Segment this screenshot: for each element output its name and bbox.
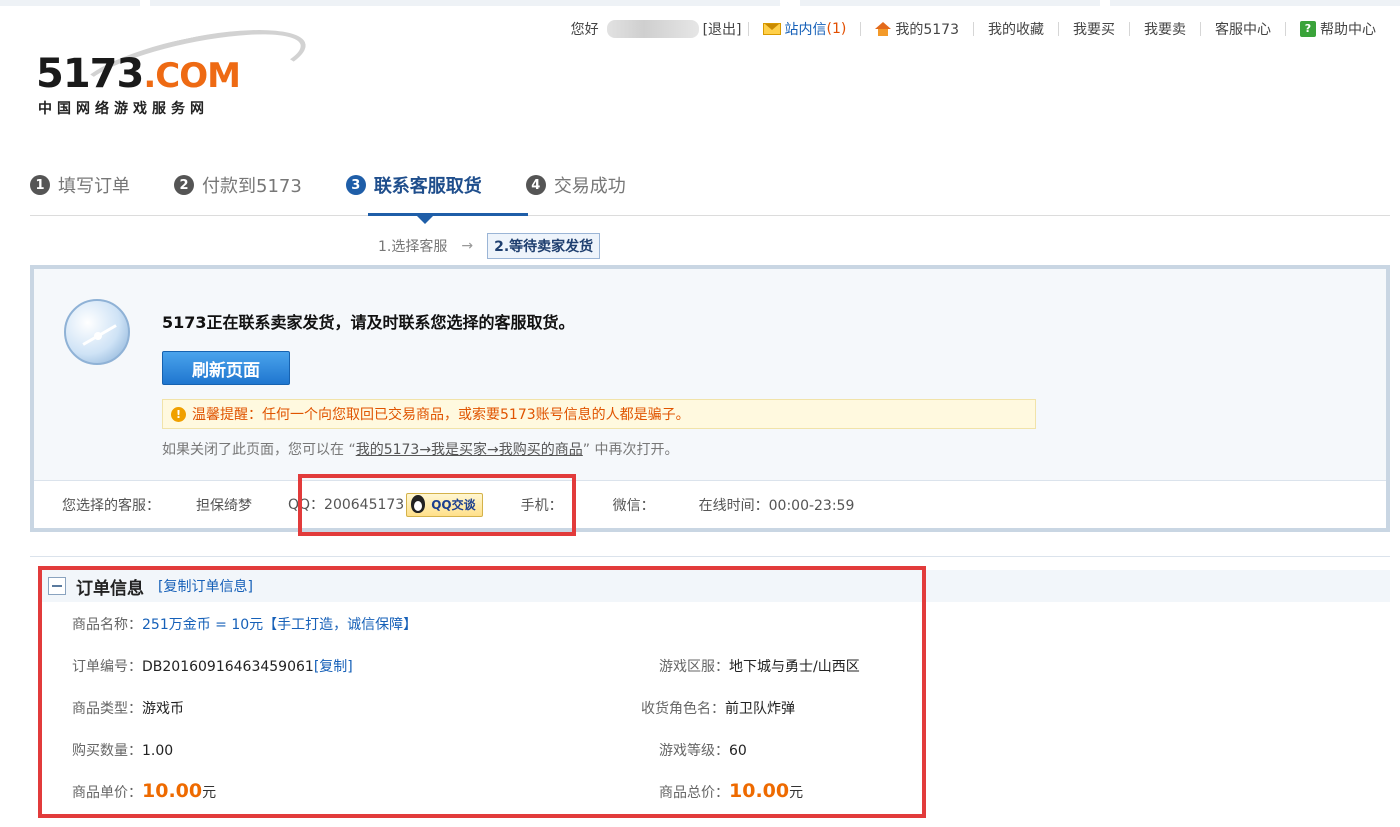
reopen-path-link[interactable]: 我的5173→我是买家→我购买的商品 <box>356 442 583 458</box>
help-center-label: 帮助中心 <box>1320 22 1376 38</box>
help-icon: ? <box>1300 21 1316 37</box>
logo-suffix: .COM <box>143 56 241 96</box>
step-fill-order: 1 填写订单 <box>30 168 130 202</box>
warning-text: 任何一个向您取回已交易商品，或索要5173账号信息的人都是骗子。 <box>262 407 690 423</box>
substep-wait-delivery: 2.等待卖家发货 <box>487 233 601 259</box>
logout-link[interactable]: [退出] <box>703 19 742 39</box>
wechat-label: 微信： <box>612 497 655 514</box>
step-number-icon: 4 <box>525 175 546 195</box>
logo-subtitle: 中国网络游戏服务网 <box>38 101 209 117</box>
step-number-icon: 2 <box>174 175 194 195</box>
active-step-arrow-icon <box>416 215 434 224</box>
favorites-link[interactable]: 我的收藏 <box>974 19 1058 39</box>
warning-label: 温馨提醒： <box>192 407 262 423</box>
online-hours: 在线时间：00:00-23:59 <box>655 495 855 515</box>
status-message: 5173正在联系卖家发货，请及时联系您选择的客服取货。 <box>162 313 575 332</box>
site-logo[interactable]: 5173.COM 中国网络游戏服务网 <box>36 14 312 122</box>
clock-icon <box>64 299 130 365</box>
top-edge-gap <box>140 0 150 6</box>
messages-label: 站内信 <box>784 22 827 38</box>
step-pay: 2 付款到5173 <box>174 168 302 202</box>
step-trade-success: 4 交易成功 <box>525 168 626 202</box>
step-label: 交易成功 <box>553 176 626 197</box>
greeting: 您好 [退出] <box>557 19 748 39</box>
order-progress-steps: 1 填写订单 2 付款到5173 3 联系客服取货 4 交易成功 <box>30 168 670 202</box>
chosen-service-label: 您选择的客服： <box>62 497 160 514</box>
step-label: 填写订单 <box>58 176 130 197</box>
reopen-note: 如果关闭了此页面，您可以在 “我的5173→我是买家→我购买的商品” 中再次打开… <box>162 439 679 459</box>
sub-steps: 1.选择客服 → 2.等待卖家发货 <box>378 233 601 259</box>
reopen-suffix: ” 中再次打开。 <box>582 442 679 458</box>
step-number-icon: 1 <box>30 175 50 195</box>
home-icon <box>875 22 892 36</box>
active-step-underline <box>368 213 528 216</box>
service-name: 担保绮梦 <box>196 497 252 514</box>
step-label: 联系客服取货 <box>373 176 482 197</box>
chosen-service-row: 您选择的客服： 担保绮梦 QQ：200645173 QQ交谈 手机： 微信： 在线… <box>34 480 1386 528</box>
clock-center <box>94 332 102 340</box>
sell-link[interactable]: 我要卖 <box>1130 19 1200 39</box>
qq-highlight-box <box>298 474 576 536</box>
my-5173-label: 我的5173 <box>895 22 959 38</box>
masked-username <box>606 20 699 38</box>
fraud-warning: ! 温馨提醒： 任何一个向您取回已交易商品，或索要5173账号信息的人都是骗子。 <box>162 399 1036 429</box>
order-info-highlight-box <box>38 566 926 818</box>
delivery-status-panel: 5173正在联系卖家发货，请及时联系您选择的客服取货。 刷新页面 ! 温馨提醒：… <box>30 265 1390 532</box>
substep-select-service: 1.选择客服 <box>378 239 448 255</box>
warning-icon: ! <box>171 406 186 422</box>
online-hours-value: 00:00-23:59 <box>768 497 855 514</box>
greeting-text: 您好 <box>570 22 599 38</box>
top-edge-strip <box>0 0 1400 6</box>
top-edge-gap <box>780 0 800 6</box>
order-section-divider <box>30 556 1390 557</box>
top-edge-gap <box>1100 0 1110 6</box>
messages-link[interactable]: 站内信 (1) <box>749 19 861 39</box>
logo-number: 5173 <box>36 51 144 97</box>
refresh-page-button[interactable]: 刷新页面 <box>162 351 290 385</box>
service-center-link[interactable]: 客服中心 <box>1201 19 1285 39</box>
step-label: 付款到5173 <box>202 176 302 197</box>
buy-link[interactable]: 我要买 <box>1059 19 1129 39</box>
my-5173-link[interactable]: 我的5173 <box>861 19 973 39</box>
steps-divider <box>30 215 1390 216</box>
step-number-icon: 3 <box>345 175 366 195</box>
help-center-link[interactable]: ? 帮助中心 <box>1286 19 1390 39</box>
substep-arrow-icon: → <box>461 238 474 254</box>
step-contact-service: 3 联系客服取货 <box>345 168 482 202</box>
messages-count: (1) <box>826 21 847 37</box>
reopen-prefix: 如果关闭了此页面，您可以在 “ <box>162 442 356 458</box>
logo-wordmark: 5173.COM <box>36 51 241 98</box>
online-label: 在线时间： <box>698 497 769 514</box>
mail-icon <box>762 23 781 35</box>
top-navigation: 您好 [退出] 站内信 (1) 我的5173 我的收藏 我要买 我要卖 客服中心… <box>557 18 1390 40</box>
